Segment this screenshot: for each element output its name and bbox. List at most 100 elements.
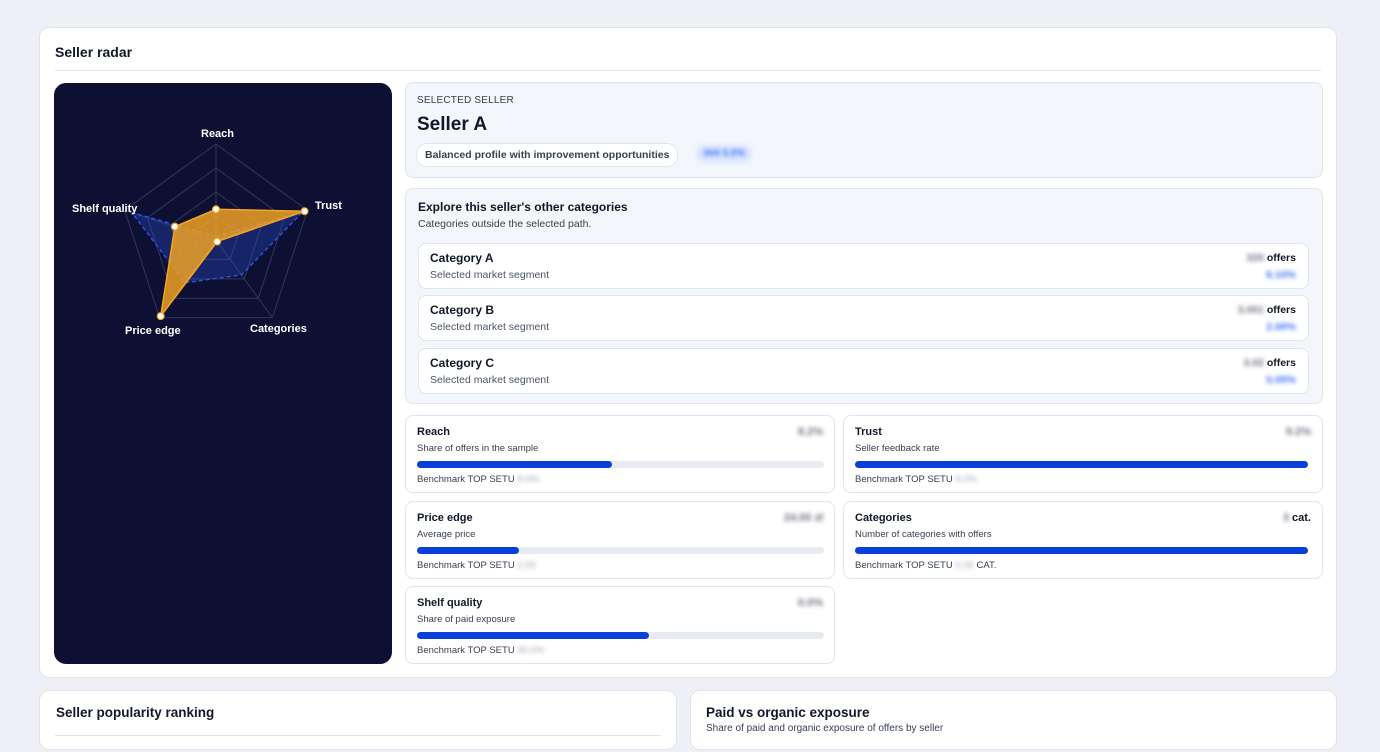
metric-progress-fill — [855, 461, 1308, 468]
seller-point — [156, 312, 165, 321]
category-offers-count: 3.02 — [1243, 357, 1264, 369]
category-row-a[interactable]: Category A Selected market segment 320 o… — [418, 243, 1309, 289]
metric-title: Price edge — [417, 512, 473, 524]
exposure-subtitle: Share of paid and organic exposure of of… — [706, 723, 944, 734]
seller-point — [212, 205, 221, 214]
category-row-b[interactable]: Category B Selected market segment 3.001… — [418, 295, 1309, 341]
benchmark-label: Benchmark TOP SETU — [855, 474, 953, 485]
metric-progress-track — [417, 461, 824, 468]
category-desc: Selected market segment — [430, 374, 550, 386]
category-offers: 320 offers — [1246, 252, 1296, 264]
radar-axis-label-trust: Trust — [315, 200, 342, 212]
paid-vs-organic-card: Paid vs organic exposure Share of paid a… — [690, 690, 1337, 750]
benchmark-value: 30.0% — [517, 645, 545, 656]
radar-axis-label-reach: Reach — [201, 128, 235, 140]
category-row-c[interactable]: Category C Selected market segment 3.02 … — [418, 348, 1309, 394]
exposure-title: Paid vs organic exposure — [706, 705, 870, 720]
seller-point — [213, 237, 222, 246]
metric-card-shelf-quality: Shelf quality Share of paid exposure 0.0… — [405, 586, 835, 664]
metric-progress-track — [417, 547, 824, 554]
metric-value-unit: cat. — [1292, 512, 1311, 524]
metric-card-trust: Trust Seller feedback rate 9.2% Benchmar… — [843, 415, 1323, 493]
metric-benchmark: Benchmark TOP SETU 9.2% — [855, 474, 977, 485]
radar-chart — [124, 143, 309, 321]
profile-badge: Balanced profile with improvement opport… — [416, 143, 679, 167]
radar-chart-panel: Reach Trust Categories Price edge Shelf … — [54, 83, 392, 664]
metric-value: 24.00 zł — [784, 512, 823, 524]
category-name: Category B — [430, 303, 495, 317]
metric-value-number: 0.0% — [797, 597, 823, 609]
metric-progress-fill — [417, 461, 613, 468]
seller-point — [300, 207, 309, 216]
metric-benchmark: Benchmark TOP SETU 2.00 — [417, 560, 536, 571]
metric-value-number: 3 — [1282, 512, 1289, 524]
metric-subtitle: Share of paid exposure — [417, 614, 516, 625]
metric-progress-fill — [417, 547, 519, 554]
category-offers: 3.02 offers — [1243, 357, 1296, 369]
category-share: 6.10% — [1266, 269, 1296, 281]
metric-progress-fill — [855, 547, 1308, 554]
benchmark-label: Benchmark TOP SETU — [417, 560, 515, 571]
category-offers-unit: offers — [1266, 304, 1296, 316]
metric-value: 0.0% — [798, 597, 823, 609]
share-badge: 344 5.0% — [696, 145, 753, 163]
benchmark-unit: CAT. — [976, 560, 997, 571]
metric-subtitle: Number of categories with offers — [855, 529, 992, 540]
benchmark-label: Benchmark TOP SETU — [417, 645, 515, 656]
category-offers: 3.001 offers — [1238, 304, 1296, 316]
metric-value: 3 cat. — [1283, 512, 1311, 524]
metric-progress-track — [855, 461, 1308, 468]
metric-title: Shelf quality — [417, 597, 483, 609]
metric-card-reach: Reach Share of offers in the sample 8.2%… — [405, 415, 835, 493]
metric-value: 8.2% — [798, 426, 823, 438]
divider — [55, 70, 1321, 71]
metric-title: Categories — [855, 512, 912, 524]
metric-benchmark: Benchmark TOP SETU 30.0% — [417, 645, 544, 656]
radar-axis-label-categories: Categories — [250, 323, 307, 335]
other-categories-subtitle: Categories outside the selected path. — [418, 218, 592, 230]
radar-axis-label-price-edge: Price edge — [125, 325, 181, 337]
selected-seller-eyebrow: SELECTED SELLER — [417, 95, 514, 106]
benchmark-value: 8.0% — [517, 474, 539, 485]
category-name: Category C — [430, 356, 495, 370]
category-offers-count: 3.001 — [1237, 304, 1264, 316]
metric-subtitle: Seller feedback rate — [855, 443, 940, 454]
metric-progress-fill — [417, 632, 649, 639]
benchmark-value: 9.2% — [955, 474, 977, 485]
seller-point — [170, 222, 179, 231]
benchmark-label: Benchmark TOP SETU — [855, 560, 953, 571]
metric-progress-track — [855, 547, 1308, 554]
metric-benchmark: Benchmark TOP SETU 8.0% — [417, 474, 539, 485]
category-desc: Selected market segment — [430, 321, 550, 333]
other-categories-title: Explore this seller's other categories — [418, 200, 628, 214]
seller-name: Seller A — [417, 114, 488, 135]
seller-popularity-ranking-card: Seller popularity ranking — [39, 690, 677, 750]
other-categories-panel: Explore this seller's other categories C… — [405, 188, 1323, 404]
metric-card-price-edge: Price edge Average price 24.00 zł Benchm… — [405, 501, 835, 579]
category-share: 5.00% — [1266, 374, 1296, 386]
metric-subtitle: Average price — [417, 529, 476, 540]
metric-card-categories: Categories Number of categories with off… — [843, 501, 1323, 579]
metric-progress-track — [417, 632, 824, 639]
radar-axis-label-shelf-quality: Shelf quality — [72, 203, 138, 215]
category-offers-unit: offers — [1266, 252, 1296, 264]
divider — [55, 735, 661, 736]
category-offers-count: 320 — [1246, 252, 1264, 264]
category-desc: Selected market segment — [430, 269, 550, 281]
metric-subtitle: Share of offers in the sample — [417, 443, 539, 454]
metric-benchmark: Benchmark TOP SETU 0.26 CAT. — [855, 560, 996, 571]
category-offers-unit: offers — [1266, 357, 1296, 369]
benchmark-label: Benchmark TOP SETU — [417, 474, 515, 485]
metric-title: Trust — [855, 426, 882, 438]
metric-value-number: 24.00 zł — [783, 512, 823, 524]
category-name: Category A — [430, 251, 494, 265]
seller-radar-card: Seller radar Reach Trust Categories Pric… — [39, 27, 1337, 678]
benchmark-value: 2.00 — [517, 560, 536, 571]
selected-seller-panel: SELECTED SELLER Seller A Balanced profil… — [405, 82, 1323, 178]
metric-title: Reach — [417, 426, 451, 438]
benchmark-value: 0.26 — [955, 560, 974, 571]
card-title: Seller radar — [55, 44, 133, 60]
metric-value-number: 9.2% — [1285, 426, 1311, 438]
ranking-title: Seller popularity ranking — [56, 705, 215, 720]
metric-value-number: 8.2% — [797, 426, 823, 438]
